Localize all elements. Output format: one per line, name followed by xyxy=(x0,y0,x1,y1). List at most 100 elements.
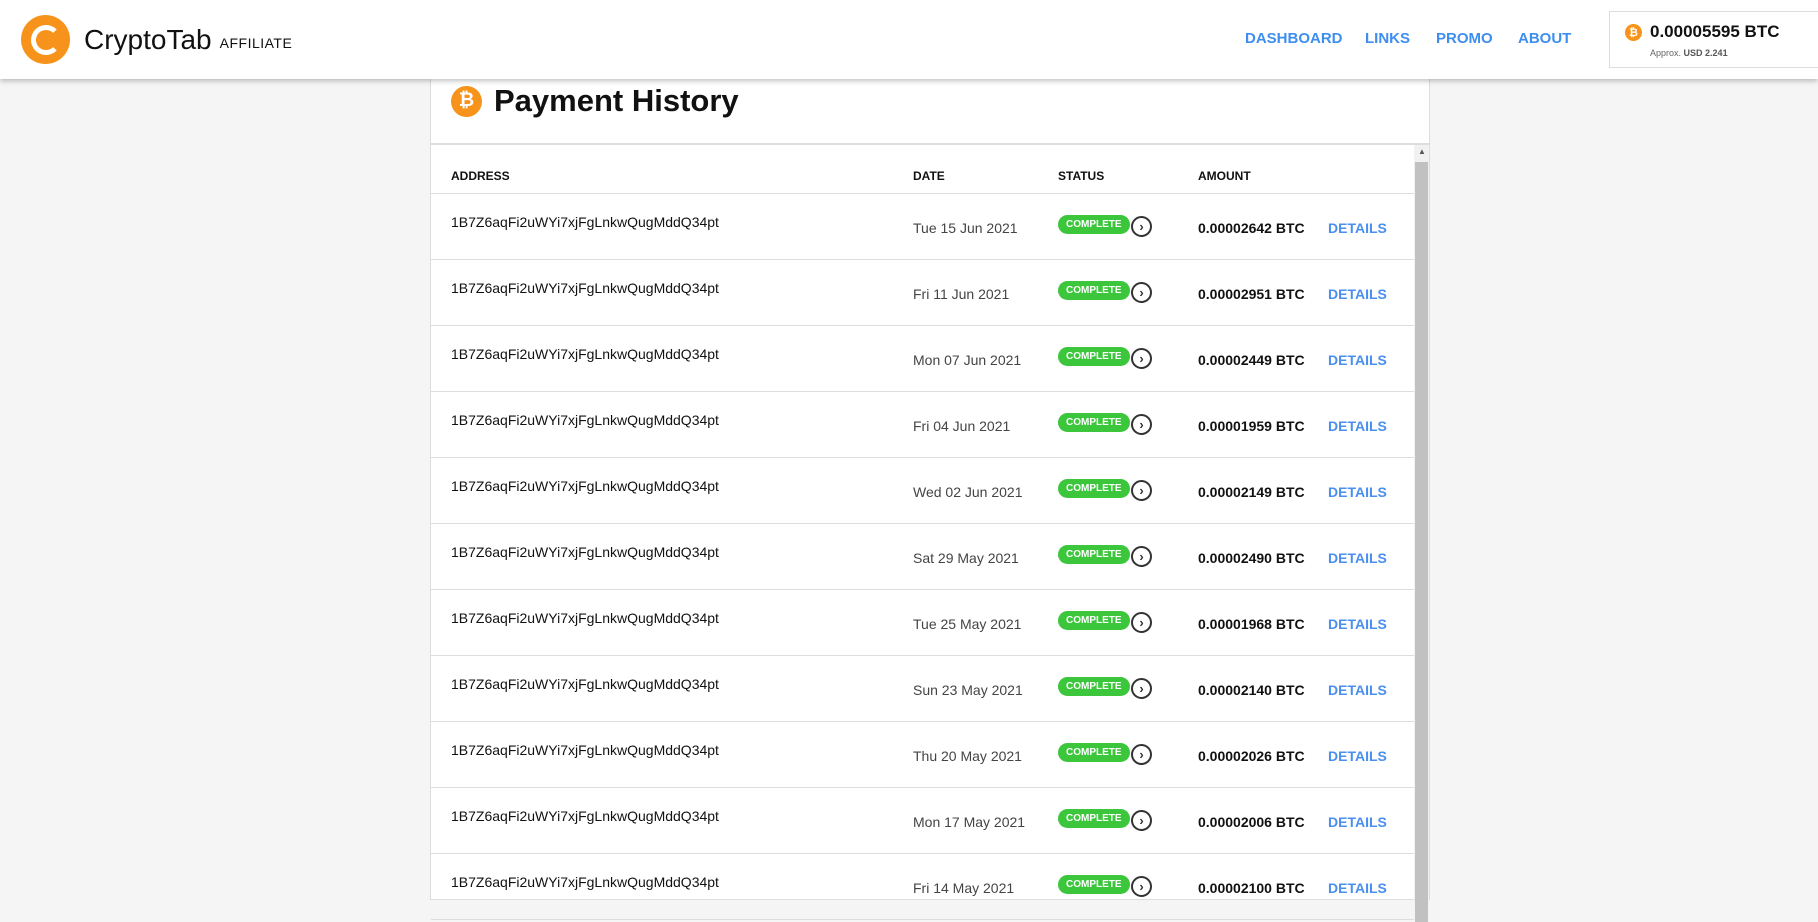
bitcoin-icon: ₿ xyxy=(451,85,482,117)
address: 1B7Z6aqFi2uWYi7xjFgLnkwQugMddQ34pt xyxy=(451,544,719,560)
scrollbar[interactable]: ▲ xyxy=(1414,145,1429,922)
chevron-right-icon[interactable]: › xyxy=(1131,810,1152,831)
nav-about[interactable]: ABOUT xyxy=(1518,30,1571,47)
amount: 0.00002026 BTC xyxy=(1198,748,1305,764)
status-badge: COMPLETE xyxy=(1058,809,1130,828)
amount: 0.00002006 BTC xyxy=(1198,814,1305,830)
date: Tue 15 Jun 2021 xyxy=(913,220,1018,236)
status-badge: COMPLETE xyxy=(1058,479,1130,498)
scrollbar-thumb[interactable] xyxy=(1415,162,1428,922)
status-badge: COMPLETE xyxy=(1058,677,1130,696)
address: 1B7Z6aqFi2uWYi7xjFgLnkwQugMddQ34pt xyxy=(451,478,719,494)
status-badge: COMPLETE xyxy=(1058,545,1130,564)
details-link[interactable]: DETAILS xyxy=(1328,616,1387,632)
chevron-right-icon[interactable]: › xyxy=(1131,612,1152,633)
scroll-up-icon[interactable]: ▲ xyxy=(1418,147,1426,156)
date: Fri 14 May 2021 xyxy=(913,880,1015,896)
table-row: 1B7Z6aqFi2uWYi7xjFgLnkwQugMddQ34pt Thu 2… xyxy=(431,722,1414,788)
balance-widget[interactable]: ₿ 0.00005595 BTC Approx. USD 2.241 xyxy=(1609,11,1818,68)
payment-history-panel: ₿ Payment History ADDRESS DATE STATUS AM… xyxy=(430,60,1430,922)
status-badge: COMPLETE xyxy=(1058,413,1130,432)
nav-links[interactable]: LINKS xyxy=(1365,30,1410,47)
col-date: DATE xyxy=(913,169,945,183)
details-link[interactable]: DETAILS xyxy=(1328,418,1387,434)
amount: 0.00002490 BTC xyxy=(1198,550,1305,566)
amount: 0.00002140 BTC xyxy=(1198,682,1305,698)
address: 1B7Z6aqFi2uWYi7xjFgLnkwQugMddQ34pt xyxy=(451,874,719,890)
balance-value: 0.00005595 BTC xyxy=(1650,22,1780,41)
date: Mon 07 Jun 2021 xyxy=(913,352,1022,368)
chevron-right-icon[interactable]: › xyxy=(1131,678,1152,699)
table-row: 1B7Z6aqFi2uWYi7xjFgLnkwQugMddQ34pt Mon 1… xyxy=(431,788,1414,854)
table-row: 1B7Z6aqFi2uWYi7xjFgLnkwQugMddQ34pt Sat 2… xyxy=(431,524,1414,590)
col-status: STATUS xyxy=(1058,169,1105,183)
date: Wed 02 Jun 2021 xyxy=(913,484,1023,500)
details-link[interactable]: DETAILS xyxy=(1328,682,1387,698)
chevron-right-icon[interactable]: › xyxy=(1131,414,1152,435)
table-row: 1B7Z6aqFi2uWYi7xjFgLnkwQugMddQ34pt Tue 1… xyxy=(431,194,1414,260)
chevron-right-icon[interactable]: › xyxy=(1131,282,1152,303)
date: Mon 17 May 2021 xyxy=(913,814,1026,830)
chevron-right-icon[interactable]: › xyxy=(1131,216,1152,237)
table-row: 1B7Z6aqFi2uWYi7xjFgLnkwQugMddQ34pt Mon 0… xyxy=(431,326,1414,392)
chevron-right-icon[interactable]: › xyxy=(1131,744,1152,765)
address: 1B7Z6aqFi2uWYi7xjFgLnkwQugMddQ34pt xyxy=(451,808,719,824)
address: 1B7Z6aqFi2uWYi7xjFgLnkwQugMddQ34pt xyxy=(451,676,719,692)
amount: 0.00002449 BTC xyxy=(1198,352,1305,368)
amount: 0.00002149 BTC xyxy=(1198,484,1305,500)
amount: 0.00002642 BTC xyxy=(1198,220,1305,236)
table-row: 1B7Z6aqFi2uWYi7xjFgLnkwQugMddQ34pt Fri 0… xyxy=(431,392,1414,458)
chevron-right-icon[interactable]: › xyxy=(1131,480,1152,501)
payments-table: ADDRESS DATE STATUS AMOUNT 1B7Z6aqFi2uWY… xyxy=(431,143,1429,922)
date: Fri 11 Jun 2021 xyxy=(913,286,1010,302)
table-row: 1B7Z6aqFi2uWYi7xjFgLnkwQugMddQ34pt Fri 1… xyxy=(431,260,1414,326)
amount: 0.00002951 BTC xyxy=(1198,286,1305,302)
col-address: ADDRESS xyxy=(451,169,510,183)
status-badge: COMPLETE xyxy=(1058,743,1130,762)
table-header: ADDRESS DATE STATUS AMOUNT xyxy=(431,145,1414,194)
approx-label: Approx. xyxy=(1650,48,1682,58)
table-row: 1B7Z6aqFi2uWYi7xjFgLnkwQugMddQ34pt Tue 2… xyxy=(431,590,1414,656)
status-badge: COMPLETE xyxy=(1058,347,1130,366)
details-link[interactable]: DETAILS xyxy=(1328,748,1387,764)
nav-promo[interactable]: PROMO xyxy=(1436,30,1493,47)
details-link[interactable]: DETAILS xyxy=(1328,220,1387,236)
date: Sun 23 May 2021 xyxy=(913,682,1023,698)
details-link[interactable]: DETAILS xyxy=(1328,880,1387,896)
status-badge: COMPLETE xyxy=(1058,875,1130,894)
status-badge: COMPLETE xyxy=(1058,611,1130,630)
amount: 0.00001968 BTC xyxy=(1198,616,1305,632)
logo[interactable]: CryptoTab AFFILIATE xyxy=(21,15,292,64)
details-link[interactable]: DETAILS xyxy=(1328,352,1387,368)
brand-suffix: AFFILIATE xyxy=(219,34,293,51)
address: 1B7Z6aqFi2uWYi7xjFgLnkwQugMddQ34pt xyxy=(451,346,719,362)
table-row: 1B7Z6aqFi2uWYi7xjFgLnkwQugMddQ34pt Wed 0… xyxy=(431,458,1414,524)
chevron-right-icon[interactable]: › xyxy=(1131,876,1152,897)
details-link[interactable]: DETAILS xyxy=(1328,814,1387,830)
date: Thu 20 May 2021 xyxy=(913,748,1022,764)
address: 1B7Z6aqFi2uWYi7xjFgLnkwQugMddQ34pt xyxy=(451,412,719,428)
date: Fri 04 Jun 2021 xyxy=(913,418,1011,434)
amount: 0.00002100 BTC xyxy=(1198,880,1305,896)
approx-usd: USD 2.241 xyxy=(1683,48,1728,58)
nav-dashboard[interactable]: DASHBOARD xyxy=(1245,30,1343,47)
details-link[interactable]: DETAILS xyxy=(1328,484,1387,500)
address: 1B7Z6aqFi2uWYi7xjFgLnkwQugMddQ34pt xyxy=(451,610,719,626)
table-row: 1B7Z6aqFi2uWYi7xjFgLnkwQugMddQ34pt Fri 1… xyxy=(431,854,1414,920)
table-row: 1B7Z6aqFi2uWYi7xjFgLnkwQugMddQ34pt Sun 2… xyxy=(431,656,1414,722)
date: Sat 29 May 2021 xyxy=(913,550,1019,566)
details-link[interactable]: DETAILS xyxy=(1328,286,1387,302)
details-link[interactable]: DETAILS xyxy=(1328,550,1387,566)
status-badge: COMPLETE xyxy=(1058,215,1130,234)
address: 1B7Z6aqFi2uWYi7xjFgLnkwQugMddQ34pt xyxy=(451,280,719,296)
brand-name: CryptoTab xyxy=(84,23,212,55)
date: Tue 25 May 2021 xyxy=(913,616,1022,632)
col-amount: AMOUNT xyxy=(1198,169,1251,183)
cryptotab-logo-icon xyxy=(21,15,70,64)
chevron-right-icon[interactable]: › xyxy=(1131,546,1152,567)
bitcoin-icon: ₿ xyxy=(1625,24,1642,41)
page-title: Payment History xyxy=(494,83,739,118)
chevron-right-icon[interactable]: › xyxy=(1131,348,1152,369)
address: 1B7Z6aqFi2uWYi7xjFgLnkwQugMddQ34pt xyxy=(451,742,719,758)
top-header: CryptoTab AFFILIATE DASHBOARD LINKS PROM… xyxy=(0,0,1818,79)
